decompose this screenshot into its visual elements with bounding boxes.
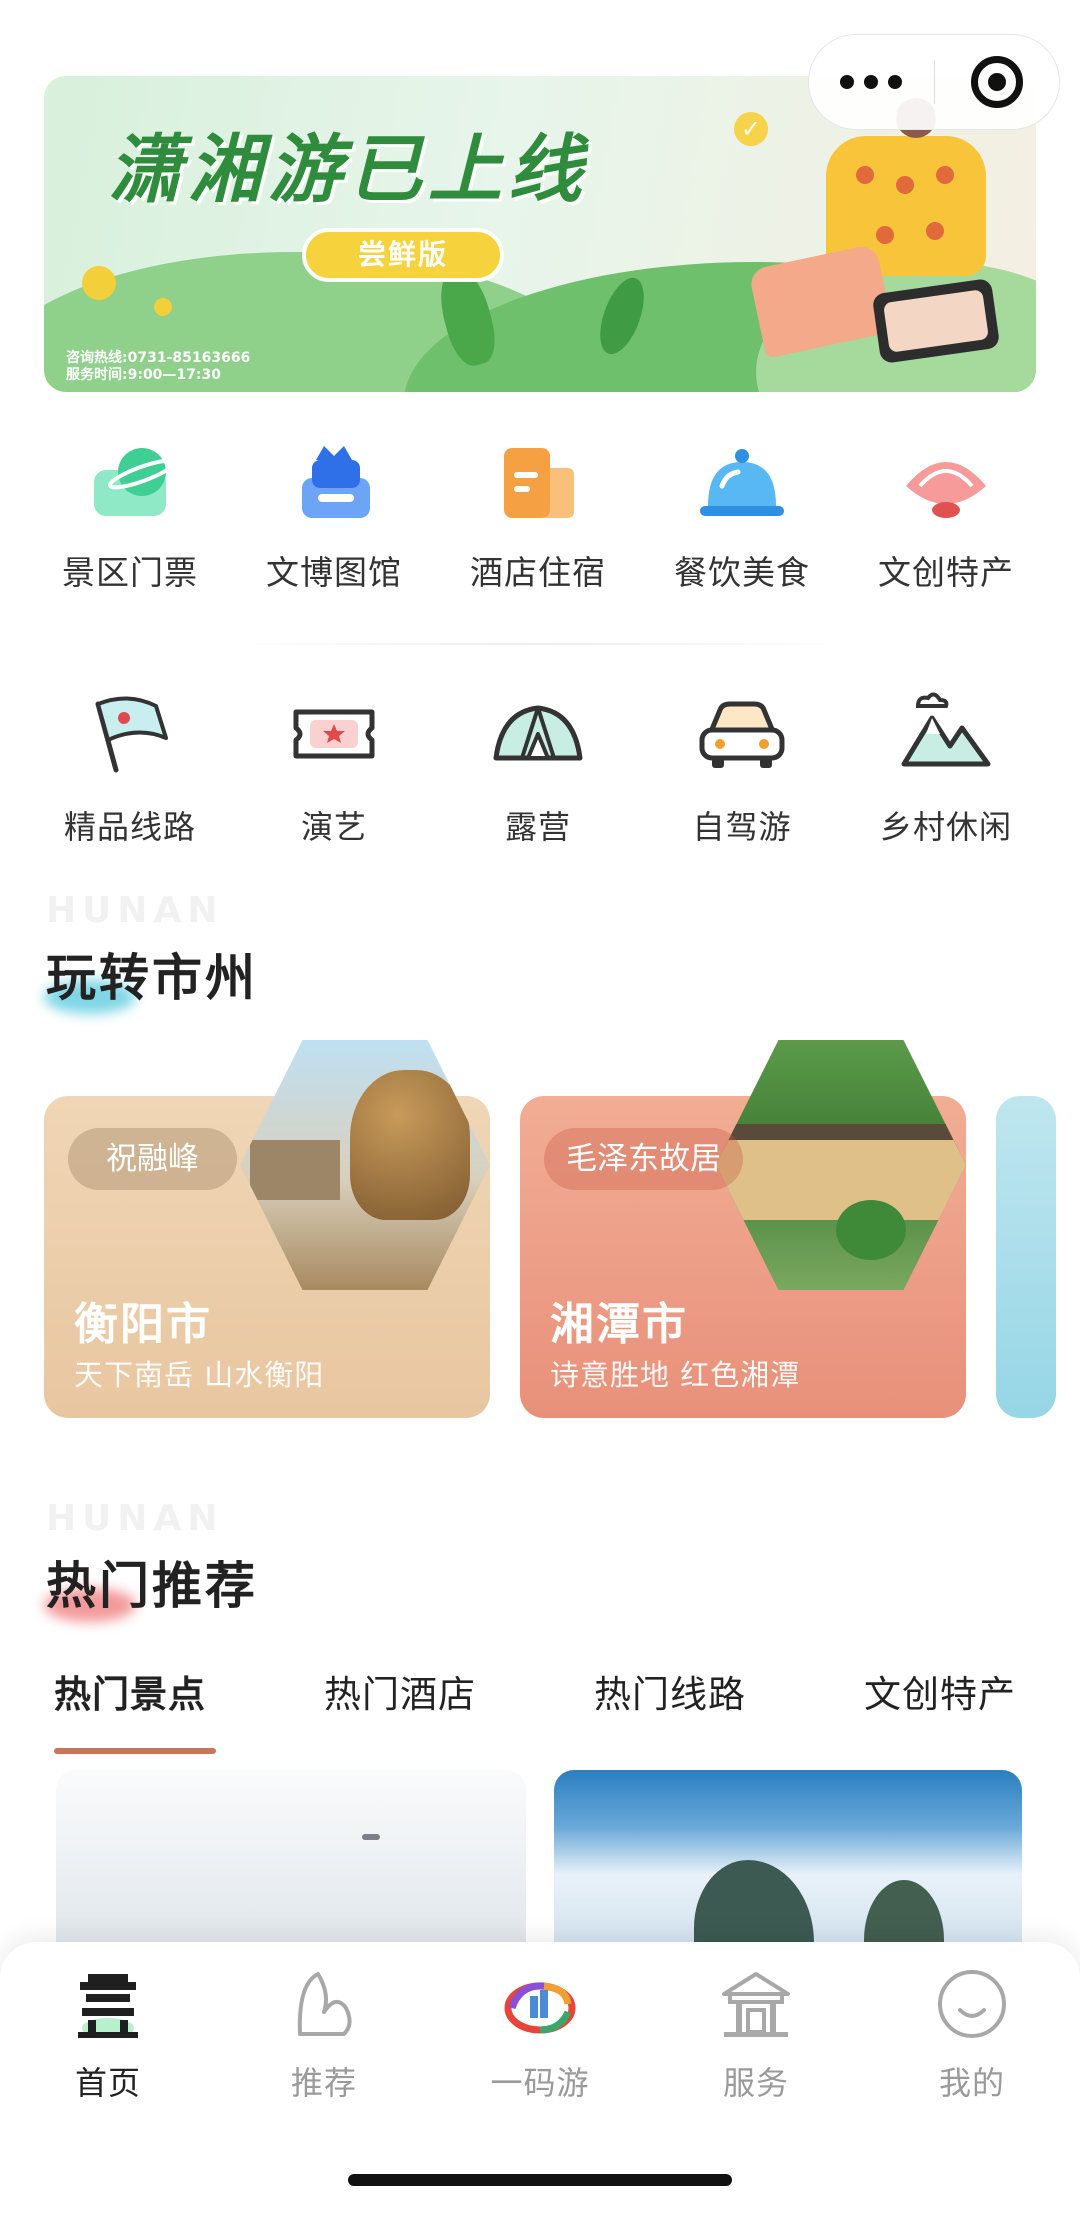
menu-item-label: 演艺	[300, 808, 367, 846]
menu-item-label: 景区门票	[62, 553, 198, 592]
menu-item-camping[interactable]: 露营	[436, 684, 640, 848]
menu-item-scenic-tickets[interactable]: 景区门票	[28, 434, 232, 594]
profile-smile-icon	[932, 1964, 1012, 2044]
quick-menu-row-2: 精品线路 演艺 露营 自驾游 乡村休闲	[28, 684, 1080, 848]
tabbar-label: 我的	[938, 2064, 1005, 2102]
quick-menu-row-1: 景区门票 文博图馆 酒店住宿 餐饮美食 文创特产	[28, 434, 1080, 594]
tabbar-profile[interactable]: 我的	[864, 1964, 1080, 2104]
menu-divider	[210, 643, 870, 645]
menu-item-label: 自驾游	[692, 808, 792, 846]
menu-item-label: 文博图馆	[266, 553, 402, 592]
section-title-hot: 热门推荐	[46, 1557, 258, 1615]
target-close-icon	[970, 56, 1023, 108]
tabbar-recommend[interactable]: 推荐	[216, 1964, 432, 2104]
menu-item-label: 餐饮美食	[674, 553, 810, 592]
menu-item-premium-routes[interactable]: 精品线路	[28, 684, 232, 848]
banner-hours: 服务时间:9:00—17:30	[66, 367, 221, 383]
more-dots-icon	[864, 75, 879, 89]
banner-title: 潇湘游已上线	[108, 127, 588, 213]
home-tower-icon	[68, 1964, 148, 2044]
close-miniprogram-button[interactable]	[935, 35, 1060, 129]
menu-item-performance[interactable]: 演艺	[232, 684, 436, 848]
recommend-card[interactable]	[56, 1770, 526, 1960]
active-tab-indicator	[54, 1748, 216, 1754]
menu-item-museum-library[interactable]: 文博图馆	[232, 434, 436, 594]
city-landmark-tag: 毛泽东故居	[544, 1128, 743, 1190]
car-icon	[692, 684, 792, 784]
menu-item-label: 精品线路	[63, 808, 196, 846]
menu-item-hotel[interactable]: 酒店住宿	[436, 434, 640, 594]
menu-item-self-drive[interactable]: 自驾游	[640, 684, 844, 848]
menu-item-food[interactable]: 餐饮美食	[640, 434, 844, 594]
more-dots-icon	[840, 75, 855, 89]
menu-item-label: 酒店住宿	[470, 553, 606, 592]
tabbar-code-tour[interactable]: 一码游	[432, 1964, 648, 2104]
tab-hot-routes[interactable]: 热门线路	[594, 1664, 746, 1718]
hotel-building-icon	[488, 434, 588, 534]
ticket-star-icon	[284, 684, 384, 784]
city-name: 湘潭市	[550, 1299, 688, 1350]
flag-icon	[80, 684, 180, 784]
tabbar-label: 服务	[722, 2064, 789, 2102]
menu-item-cultural-products[interactable]: 文创特产	[844, 434, 1048, 594]
banner-dot	[82, 266, 116, 300]
tabbar-service[interactable]: 服务	[648, 1964, 864, 2104]
city-landmark-tag: 祝融峰	[68, 1128, 237, 1190]
museum-icon	[284, 434, 384, 534]
menu-item-label: 文创特产	[878, 553, 1014, 592]
service-pavilion-icon	[716, 1964, 796, 2044]
city-slogan: 天下南岳 山水衡阳	[74, 1358, 325, 1392]
banner-hotline: 咨询热线:0731-85163666	[66, 350, 251, 366]
more-options-button[interactable]	[809, 35, 934, 129]
code-tour-icon	[500, 1964, 580, 2044]
city-card-next[interactable]	[996, 1096, 1056, 1418]
city-slogan: 诗意胜地 红色湘潭	[550, 1358, 801, 1392]
banner-badge: 尝鲜版	[302, 228, 504, 282]
menu-item-label: 乡村休闲	[879, 808, 1012, 846]
city-name: 衡阳市	[74, 1299, 212, 1350]
tab-hot-attractions[interactable]: 热门景点	[54, 1664, 206, 1718]
tab-cultural-products[interactable]: 文创特产	[864, 1664, 1016, 1718]
recommend-icon	[284, 1964, 364, 2044]
section-watermark: HUNAN	[46, 1498, 224, 1539]
section-title-cities: 玩转市州	[46, 949, 258, 1007]
menu-item-label: 露营	[504, 808, 571, 846]
recommend-card[interactable]	[554, 1770, 1022, 1960]
menu-item-rural-leisure[interactable]: 乡村休闲	[844, 684, 1048, 848]
tabbar-label: 推荐	[290, 2064, 357, 2102]
fan-icon	[896, 434, 996, 534]
tabbar-label: 一码游	[490, 2064, 590, 2102]
banner-dot	[154, 298, 172, 316]
tab-hot-hotels[interactable]: 热门酒店	[324, 1664, 476, 1718]
food-cloche-icon	[692, 434, 792, 534]
tabbar-label: 首页	[74, 2064, 141, 2102]
tabbar-home[interactable]: 首页	[0, 1964, 216, 2104]
check-icon: ✓	[734, 112, 768, 146]
banner-contact: 咨询热线:0731-85163666 服务时间:9:00—17:30	[66, 350, 250, 384]
banner-illustration	[686, 98, 1006, 376]
home-indicator	[348, 2174, 732, 2186]
miniprogram-capsule	[808, 34, 1060, 130]
section-watermark: HUNAN	[46, 890, 224, 931]
more-dots-icon	[888, 75, 903, 89]
tent-icon	[488, 684, 588, 784]
ticket-planet-icon	[80, 434, 180, 534]
mountains-icon	[896, 684, 996, 784]
